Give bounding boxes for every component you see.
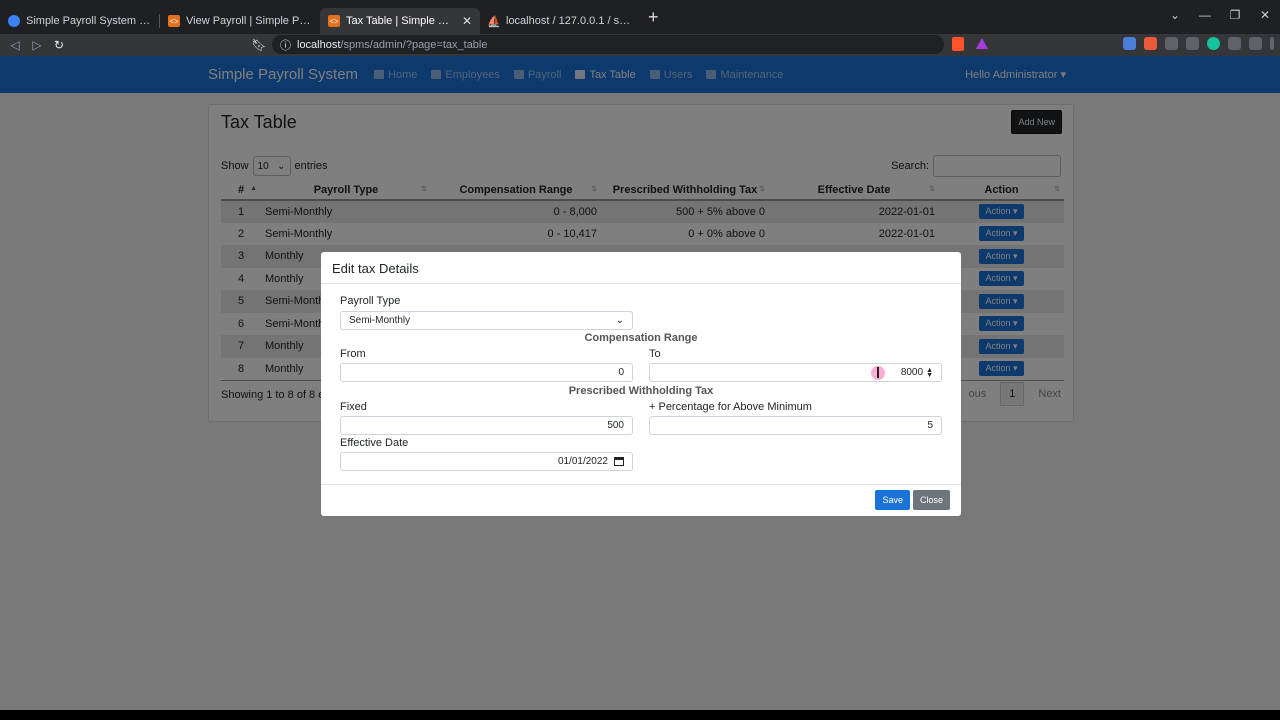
- tab-title: Tax Table | Simple Payroll System: [346, 15, 456, 27]
- fixed-value: 500: [607, 420, 624, 431]
- tab-strip: Simple Payroll System with Dynamic T <> …: [0, 0, 1280, 34]
- extensions-icon[interactable]: [1228, 37, 1241, 50]
- from-value: 0: [618, 367, 624, 378]
- tab-title: localhost / 127.0.0.1 / spms_db | phpM: [506, 15, 632, 27]
- modal-title: Edit tax Details: [321, 252, 961, 284]
- bottom-strip: [0, 710, 1280, 720]
- payroll-type-select[interactable]: Semi-Monthly ⌄: [340, 311, 633, 330]
- percentage-label: + Percentage for Above Minimum: [649, 401, 812, 413]
- text-cursor-icon: [877, 367, 879, 378]
- modal-footer: Save Close: [321, 484, 961, 516]
- to-label: To: [649, 348, 661, 360]
- effective-date-label: Effective Date: [340, 437, 409, 449]
- percentage-input[interactable]: 5: [649, 416, 942, 435]
- extensions-area: [1123, 37, 1274, 50]
- new-tab-icon[interactable]: +: [648, 4, 659, 30]
- back-icon[interactable]: ◁: [4, 38, 26, 52]
- close-window-icon[interactable]: ✕: [1250, 8, 1280, 22]
- phpmyadmin-icon: ⛵: [487, 15, 501, 28]
- camera-icon[interactable]: [1165, 37, 1178, 50]
- tab-search-icon[interactable]: ⌄: [1160, 8, 1190, 22]
- payroll-type-label: Payroll Type: [340, 295, 401, 307]
- address-path: /spms/admin/?page=tax_table: [340, 38, 488, 51]
- withholding-heading: Prescribed Withholding Tax: [568, 385, 714, 397]
- number-spinner-icon[interactable]: ▲ ▼: [926, 367, 933, 379]
- menu-icon[interactable]: [1270, 37, 1274, 50]
- fixed-input[interactable]: 500: [340, 416, 633, 435]
- browser-tab-3[interactable]: <> Tax Table | Simple Payroll System ✕: [320, 8, 480, 34]
- tab-title: Simple Payroll System with Dynamic T: [26, 15, 152, 27]
- effective-date-value: 01/01/2022: [557, 456, 608, 467]
- from-input[interactable]: 0: [340, 363, 633, 382]
- translate-icon[interactable]: [1123, 37, 1136, 50]
- calendar-icon[interactable]: [614, 457, 624, 466]
- chevron-down-icon: ⌄: [615, 315, 624, 326]
- address-bar[interactable]: ⓘ localhost/spms/admin/?page=tax_table: [272, 35, 944, 54]
- swift-icon[interactable]: [1144, 37, 1157, 50]
- grammarly-icon[interactable]: [1207, 37, 1220, 50]
- blue-drop-icon: [8, 15, 20, 27]
- save-button[interactable]: Save: [875, 490, 910, 510]
- effective-date-input[interactable]: 01/01/2022: [340, 452, 633, 471]
- forward-icon[interactable]: ▷: [26, 38, 48, 52]
- close-button[interactable]: Close: [912, 490, 950, 510]
- minimize-icon[interactable]: —: [1190, 8, 1220, 22]
- to-input[interactable]: 8000 ▲ ▼: [649, 363, 942, 382]
- reload-icon[interactable]: ↻: [48, 38, 70, 52]
- browser-tab-4[interactable]: ⛵ localhost / 127.0.0.1 / spms_db | phpM: [480, 8, 640, 34]
- compensation-range-heading: Compensation Range: [584, 332, 698, 344]
- site-info-icon[interactable]: ⓘ: [280, 37, 291, 53]
- from-label: From: [340, 348, 366, 360]
- browser-tab-1[interactable]: Simple Payroll System with Dynamic T: [0, 8, 160, 34]
- restore-icon[interactable]: ❐: [1220, 8, 1250, 22]
- code-icon: <>: [168, 15, 180, 27]
- brave-shields-icon[interactable]: [952, 37, 964, 51]
- brave-rewards-icon[interactable]: [976, 38, 988, 49]
- shield-icon[interactable]: [1186, 37, 1199, 50]
- bookmark-icon[interactable]: 🔖︎: [248, 38, 270, 52]
- address-host: localhost: [297, 38, 341, 51]
- edit-tax-modal: Edit tax Details Payroll Type Semi-Month…: [321, 252, 961, 516]
- browser-window: Simple Payroll System with Dynamic T <> …: [0, 0, 1280, 720]
- to-value: 8000: [900, 367, 924, 378]
- web-page: Simple Payroll System Home Employees Pay…: [0, 56, 1280, 710]
- code-icon: <>: [328, 15, 340, 27]
- browser-tab-2[interactable]: <> View Payroll | Simple Payroll System: [160, 8, 320, 34]
- payroll-type-value: Semi-Monthly: [349, 315, 411, 326]
- close-tab-icon[interactable]: ✕: [462, 14, 472, 28]
- wallet-icon[interactable]: [1249, 37, 1262, 50]
- percentage-value: 5: [927, 420, 933, 431]
- fixed-label: Fixed: [340, 401, 367, 413]
- browser-toolbar: ◁ ▷ ↻ 🔖︎ ⓘ localhost/spms/admin/?page=ta…: [0, 34, 1280, 56]
- tab-title: View Payroll | Simple Payroll System: [186, 15, 312, 27]
